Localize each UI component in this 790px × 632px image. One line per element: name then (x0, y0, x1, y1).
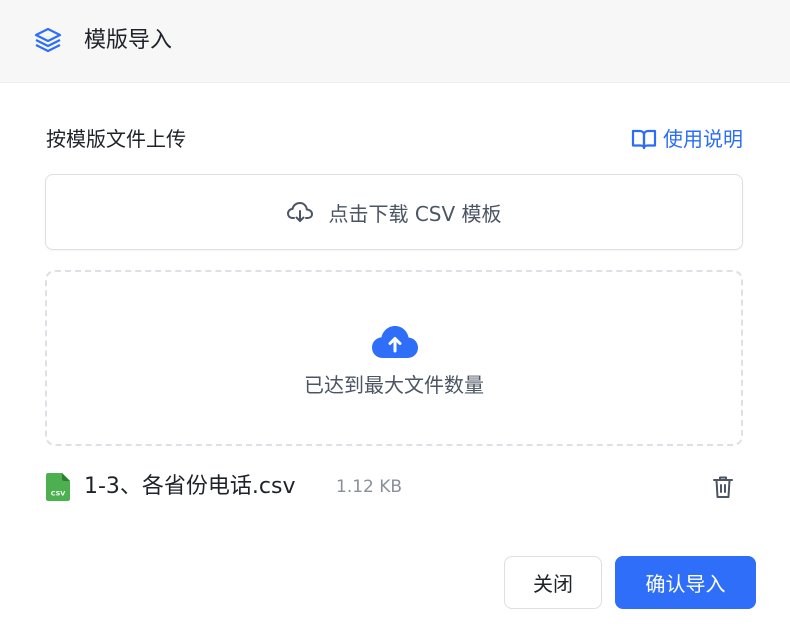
close-button[interactable]: 关闭 (504, 556, 602, 609)
csv-file-icon: CSV (46, 473, 70, 501)
download-template-button[interactable]: 点击下载 CSV 模板 (45, 174, 743, 250)
csv-file-icon-text: CSV (51, 490, 66, 498)
uploaded-file-item: CSV 1-3、各省份电话.csv 1.12 KB (46, 470, 742, 504)
cloud-download-icon (287, 202, 314, 222)
dropzone-message: 已达到最大文件数量 (304, 373, 484, 397)
download-template-label: 点击下载 CSV 模板 (328, 201, 502, 226)
upload-section-label: 按模版文件上传 (46, 127, 186, 151)
usage-guide-link[interactable]: 使用说明 (631, 124, 743, 154)
dialog-title: 模版导入 (84, 28, 173, 53)
confirm-import-button[interactable]: 确认导入 (615, 556, 756, 609)
import-dialog: 模版导入 按模版文件上传 使用说明 点击下载 CSV 模板 已达到最大文件数量 … (0, 0, 790, 632)
usage-guide-label: 使用说明 (663, 127, 743, 151)
file-size: 1.12 KB (336, 477, 403, 497)
file-dropzone[interactable]: 已达到最大文件数量 (45, 270, 743, 446)
layers-icon (34, 27, 62, 53)
dialog-header: 模版导入 (0, 0, 790, 83)
file-name: 1-3、各省份电话.csv (84, 474, 296, 499)
cloud-upload-icon (372, 326, 418, 358)
book-open-icon (631, 129, 657, 150)
trash-icon[interactable] (712, 475, 734, 499)
